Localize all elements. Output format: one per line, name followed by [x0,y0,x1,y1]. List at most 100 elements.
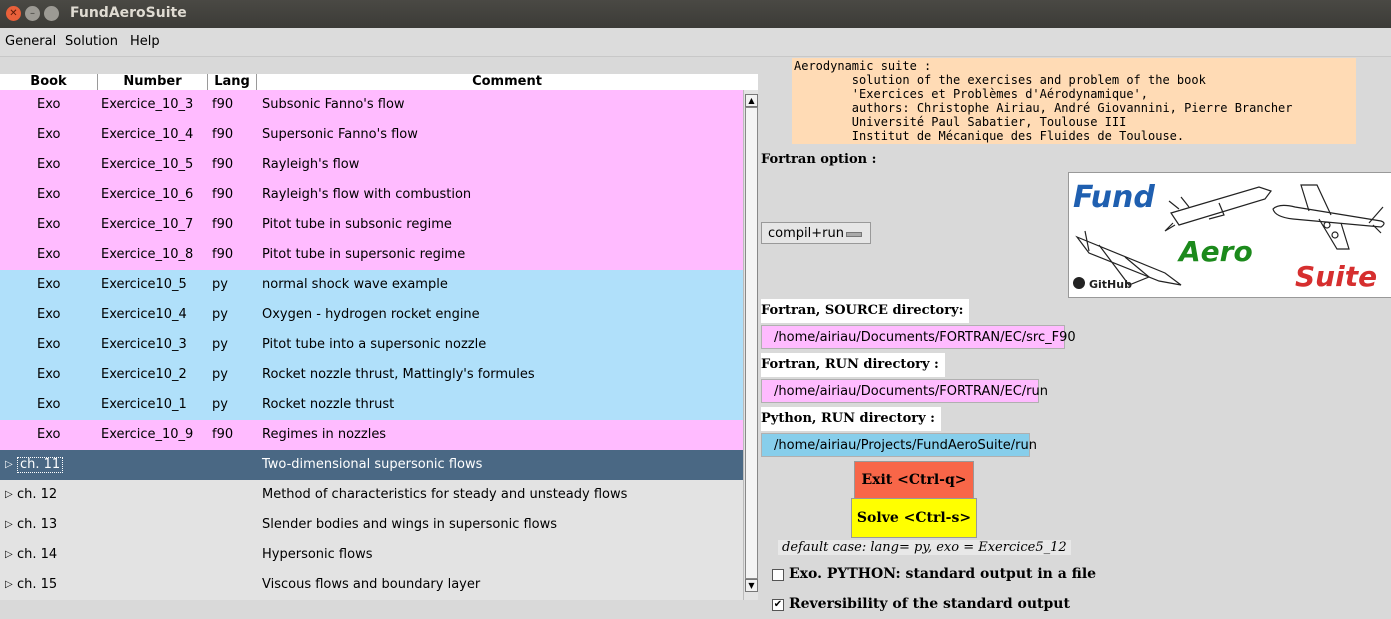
row-book-cell: Exo [37,217,61,232]
logo-fund-text: Fund [1073,180,1155,215]
table-row[interactable]: Exo Exercice_10_4 f90 Supersonic Fanno's fl… [0,120,743,150]
space-shuttle-icon [1164,186,1272,232]
expand-triangle-icon[interactable]: ▷ [5,540,13,570]
column-header-lang[interactable]: Lang [208,74,257,90]
option-menu-indicator-icon [846,232,862,237]
expand-triangle-icon[interactable]: ▷ [5,480,13,510]
exit-button[interactable]: Exit <Ctrl-q> [854,461,974,499]
row-book-cell: Exo [37,187,61,202]
fortran-option-select[interactable]: compil+run [761,222,871,244]
chapter-comment: Viscous flows and boundary layer [262,577,481,592]
row-number-cell: Exercice10_5 [101,277,187,292]
row-lang-cell: py [212,277,228,292]
table-row[interactable]: Exo Exercice10_3 py Pitot tube into a super… [0,330,743,360]
maximize-window-button[interactable] [44,6,59,21]
row-book-cell: Exo [37,307,61,322]
logo-suite-text: Suite [1295,260,1377,293]
python-output-file-label[interactable]: Exo. PYTHON: standard output in a file [789,566,1096,582]
row-book-cell: Exo [37,157,61,172]
row-book-cell: Exo [37,97,61,112]
python-output-file-checkbox[interactable] [772,569,784,581]
chapter-label: ch. 14 [17,547,58,562]
exercise-tree: Book Number Lang Comment Exo Exercice_10_… [0,74,758,600]
chapter-row[interactable]: ▷ ch. 12 Method of characteristics for ste… [0,480,743,510]
chapter-comment: Two-dimensional supersonic flows [262,457,483,472]
row-lang-cell: py [212,367,228,382]
about-text: Aerodynamic suite : solution of the exer… [792,58,1356,144]
scroll-down-arrow-icon[interactable]: ▼ [745,579,758,592]
python-run-dir-field[interactable]: /home/airiau/Projects/FundAeroSuite/run [761,433,1037,457]
row-lang-cell: py [212,337,228,352]
expand-triangle-icon[interactable]: ▷ [5,450,13,480]
chapter-label: ch. 13 [17,517,58,532]
table-row[interactable]: Exo Exercice_10_7 f90 Pitot tube in subsoni… [0,210,743,240]
table-row[interactable]: Exo Exercice_10_5 f90 Rayleigh's flow [0,150,743,180]
table-row[interactable]: Exo Exercice10_2 py Rocket nozzle thrust, M… [0,360,743,390]
table-row[interactable]: Exo Exercice_10_9 f90 Regimes in nozzles [0,420,743,450]
table-row[interactable]: Exo Exercice10_4 py Oxygen - hydrogen rocke… [0,300,743,330]
row-comment-cell: Regimes in nozzles [262,427,387,442]
column-header-number[interactable]: Number [98,74,208,90]
row-lang-cell: f90 [212,217,234,232]
fortran-option-label: Fortran option : [761,152,877,167]
scroll-up-arrow-icon[interactable]: ▲ [745,94,758,107]
chapter-comment: Slender bodies and wings in supersonic f… [262,517,558,532]
menu-general[interactable]: General [5,34,56,49]
airliner-icon [1272,184,1385,250]
row-number-cell: Exercice10_3 [101,337,187,352]
menu-help[interactable]: Help [130,34,160,49]
fortran-run-dir-label: Fortran, RUN directory : [761,353,945,377]
table-row[interactable]: Exo Exercice10_5 py normal shock wave examp… [0,270,743,300]
expand-triangle-icon[interactable]: ▷ [5,570,13,600]
chapter-row[interactable]: ▷ ch. 15 Viscous flows and boundary layer [0,570,743,600]
row-number-cell: Exercice_10_9 [101,427,194,442]
window-title: FundAeroSuite [70,5,187,21]
table-row[interactable]: Exo Exercice10_1 py Rocket nozzle thrust [0,390,743,420]
row-number-cell: Exercice_10_4 [101,127,194,142]
menu-solution[interactable]: Solution [65,34,118,49]
row-comment-cell: Rocket nozzle thrust, Mattingly's formul… [262,367,535,382]
expand-triangle-icon[interactable]: ▷ [5,510,13,540]
chapter-comment: Hypersonic flows [262,547,373,562]
row-lang-cell: py [212,397,228,412]
chapter-row[interactable]: ▷ ch. 14 Hypersonic flows [0,540,743,570]
minimize-window-button[interactable]: – [25,6,40,21]
logo-artwork: Fund Aero Suite GitHub [1073,180,1385,293]
row-comment-cell: Subsonic Fanno's flow [262,97,405,112]
table-row[interactable]: Exo Exercice_10_6 f90 Rayleigh's flow with … [0,180,743,210]
fortran-source-dir-label: Fortran, SOURCE directory: [761,299,970,323]
row-book-cell: Exo [37,367,61,382]
row-lang-cell: py [212,307,228,322]
table-row[interactable]: Exo Exercice_10_8 f90 Pitot tube in superso… [0,240,743,270]
row-book-cell: Exo [37,337,61,352]
row-comment-cell: Supersonic Fanno's flow [262,127,418,142]
logo-aero-text: Aero [1177,235,1253,268]
fortran-option-value: compil+run [768,226,844,241]
menu-bar: General Solution Help [0,28,1391,57]
table-row[interactable]: Exo Exercice_10_3 f90 Subsonic Fanno's flow [0,90,743,120]
row-book-cell: Exo [37,247,61,262]
row-lang-cell: f90 [212,97,234,112]
row-lang-cell: f90 [212,187,234,202]
fortran-run-dir-field[interactable]: /home/airiau/Documents/FORTRAN/EC/run [761,379,1048,403]
close-window-button[interactable]: ✕ [6,6,21,21]
reversibility-checkbox[interactable]: ✔ [772,599,784,611]
chapter-label: ch. 12 [17,487,58,502]
row-number-cell: Exercice_10_6 [101,187,194,202]
column-header-comment[interactable]: Comment [257,74,757,90]
fortran-source-dir-field[interactable]: /home/airiau/Documents/FORTRAN/EC/src_F9… [761,325,1076,349]
row-comment-cell: Rocket nozzle thrust [262,397,395,412]
row-number-cell: Exercice10_1 [101,397,187,412]
row-comment-cell: Pitot tube in subsonic regime [262,217,452,232]
row-book-cell: Exo [37,427,61,442]
row-lang-cell: f90 [212,247,234,262]
vertical-scrollbar[interactable]: ▲ ▼ [743,90,758,600]
scroll-thumb[interactable] [745,107,758,579]
chapter-row[interactable]: ▷ ch. 13 Slender bodies and wings in super… [0,510,743,540]
chapter-row[interactable]: ▷ ch. 11 Two-dimensional supersonic flows [0,450,743,480]
reversibility-label[interactable]: Reversibility of the standard output [789,596,1070,612]
chapter-label: ch. 15 [17,577,58,592]
column-header-book[interactable]: Book [0,74,98,90]
row-comment-cell: normal shock wave example [262,277,448,292]
solve-button[interactable]: Solve <Ctrl-s> [851,498,977,538]
